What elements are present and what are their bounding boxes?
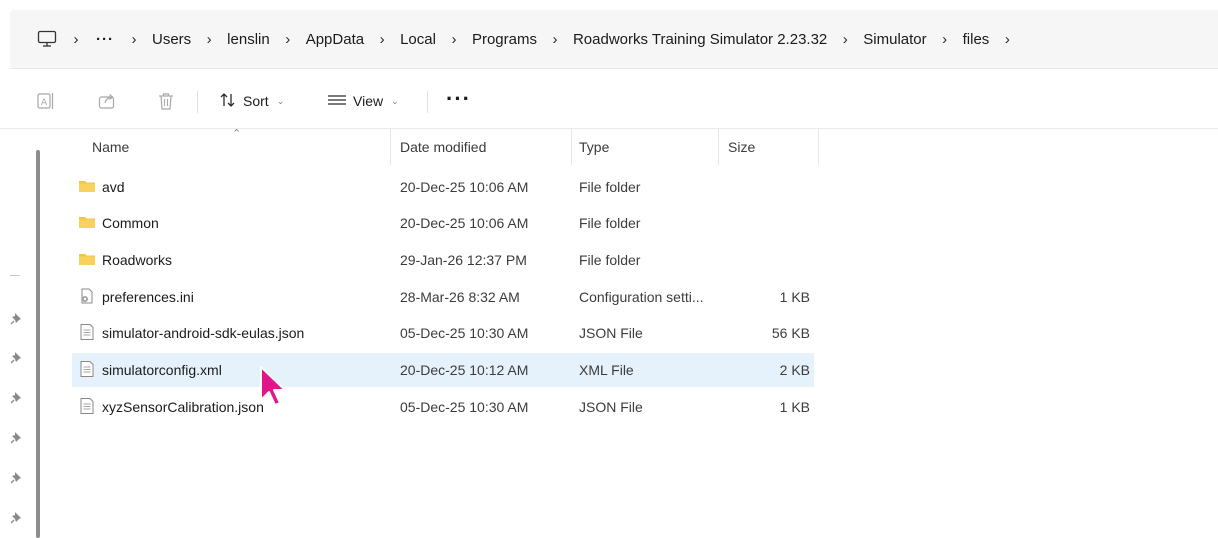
pin-icon[interactable]: [9, 429, 25, 445]
nav-divider: [10, 275, 20, 276]
file-date: 28-Mar-26 8:32 AM: [400, 289, 520, 305]
share-icon[interactable]: [95, 89, 119, 113]
this-pc-icon[interactable]: [36, 28, 58, 50]
breadcrumb-separator[interactable]: ›: [58, 31, 94, 48]
column-header-date-modified[interactable]: Date modified: [400, 139, 486, 155]
more-options-button[interactable]: ···: [446, 87, 471, 111]
sort-label: Sort: [243, 93, 269, 109]
pin-icon[interactable]: [9, 310, 25, 326]
file-explorer-window: › ··· › Users › lenslin › AppData › Loca…: [0, 0, 1218, 538]
breadcrumb-separator[interactable]: ›: [364, 31, 400, 48]
file-type: File folder: [579, 252, 641, 268]
breadcrumb-roadworks-simulator[interactable]: Roadworks Training Simulator 2.23.32: [573, 29, 827, 50]
rename-icon[interactable]: A: [34, 89, 58, 113]
breadcrumb-separator[interactable]: ›: [436, 31, 472, 48]
file-name: Roadworks: [102, 252, 173, 268]
document-icon: [80, 324, 94, 340]
delete-icon[interactable]: [154, 89, 178, 113]
file-row-preferences-ini[interactable]: preferences.ini 28-Mar-26 8:32 AM Config…: [72, 280, 814, 314]
navigation-pane[interactable]: [0, 129, 36, 538]
file-name: xyzSensorCalibration.json: [102, 399, 264, 415]
document-icon: [80, 361, 94, 377]
breadcrumb-separator[interactable]: ›: [927, 31, 963, 48]
file-name: simulatorconfig.xml: [102, 362, 222, 378]
file-date: 20-Dec-25 10:12 AM: [400, 362, 529, 378]
toolbar-divider: [427, 91, 428, 113]
column-headers: ⌃ Name Date modified Type Size: [0, 128, 1218, 165]
navigation-scrollbar[interactable]: [36, 150, 40, 538]
column-separator[interactable]: [390, 129, 391, 165]
breadcrumb-programs[interactable]: Programs: [472, 29, 537, 50]
breadcrumb-lenslin[interactable]: lenslin: [227, 29, 270, 50]
file-type: JSON File: [579, 325, 643, 341]
file-name: preferences.ini: [102, 289, 194, 305]
file-date: 05-Dec-25 10:30 AM: [400, 325, 529, 341]
file-type: File folder: [579, 179, 641, 195]
file-date: 20-Dec-25 10:06 AM: [400, 215, 529, 231]
column-header-size[interactable]: Size: [728, 139, 755, 155]
column-separator[interactable]: [818, 129, 819, 165]
file-name: simulator-android-sdk-eulas.json: [102, 325, 305, 341]
settings-file-icon: [81, 288, 93, 304]
breadcrumb-separator[interactable]: ›: [989, 31, 1025, 48]
file-date: 20-Dec-25 10:06 AM: [400, 179, 529, 195]
file-size: 56 KB: [771, 325, 810, 341]
breadcrumb-appdata[interactable]: AppData: [306, 29, 364, 50]
column-separator[interactable]: [571, 129, 572, 165]
view-label: View: [353, 93, 384, 109]
pin-icon[interactable]: [9, 389, 25, 405]
pin-icon[interactable]: [9, 469, 25, 485]
file-row-roadworks[interactable]: Roadworks 29-Jan-26 12:37 PM File folder: [72, 243, 814, 277]
pin-icon[interactable]: [9, 349, 25, 365]
view-button[interactable]: View ⌄: [327, 89, 399, 113]
sort-ascending-icon: ⌃: [232, 128, 242, 140]
command-bar: A Sort ⌄ View ⌄ ···: [0, 79, 1218, 125]
breadcrumb-simulator[interactable]: Simulator: [863, 29, 926, 50]
column-header-type[interactable]: Type: [579, 139, 609, 155]
file-date: 05-Dec-25 10:30 AM: [400, 399, 529, 415]
address-bar-divider: [10, 68, 1218, 69]
document-icon: [80, 398, 94, 414]
file-row-avd[interactable]: avd 20-Dec-25 10:06 AM File folder: [72, 170, 814, 204]
breadcrumb-users[interactable]: Users: [152, 29, 191, 50]
file-row-simulator-android-sdk-eulas-json[interactable]: simulator-android-sdk-eulas.json 05-Dec-…: [72, 316, 814, 350]
sort-icon: [219, 91, 237, 112]
file-type: XML File: [579, 362, 634, 378]
folder-icon: [79, 254, 95, 265]
file-date: 29-Jan-26 12:37 PM: [400, 252, 527, 268]
breadcrumb-overflow-button[interactable]: ···: [94, 31, 116, 48]
column-header-name[interactable]: Name: [92, 139, 129, 155]
mouse-pointer-icon: [260, 366, 286, 406]
file-size: 1 KB: [779, 399, 810, 415]
view-icon: [327, 92, 347, 111]
file-size: 2 KB: [779, 362, 810, 378]
breadcrumb-local[interactable]: Local: [400, 29, 436, 50]
file-type: File folder: [579, 215, 641, 231]
file-row-simulatorconfig-xml[interactable]: simulatorconfig.xml 20-Dec-25 10:12 AM X…: [72, 353, 814, 387]
sort-button[interactable]: Sort ⌄: [219, 89, 284, 113]
file-row-common[interactable]: Common 20-Dec-25 10:06 AM File folder: [72, 206, 814, 240]
toolbar-divider: [197, 91, 198, 113]
breadcrumb-separator[interactable]: ›: [270, 31, 306, 48]
chevron-down-icon: ⌄: [276, 95, 285, 106]
breadcrumb-separator[interactable]: ›: [537, 31, 573, 48]
folder-icon: [79, 217, 95, 228]
file-name: Common: [102, 215, 159, 231]
file-row-xyzsensorcalibration-json[interactable]: xyzSensorCalibration.json 05-Dec-25 10:3…: [72, 390, 814, 424]
column-separator[interactable]: [718, 129, 719, 165]
file-type: JSON File: [579, 399, 643, 415]
file-size: 1 KB: [779, 289, 810, 305]
breadcrumb-files[interactable]: files: [963, 29, 990, 50]
file-name: avd: [102, 179, 125, 195]
pin-icon[interactable]: [9, 509, 25, 525]
chevron-down-icon: ⌄: [391, 95, 399, 106]
breadcrumb-separator[interactable]: ›: [191, 31, 227, 48]
folder-icon: [79, 181, 95, 192]
breadcrumb-separator[interactable]: ›: [827, 31, 863, 48]
svg-text:A: A: [41, 98, 48, 108]
file-type: Configuration setti...: [579, 289, 704, 305]
address-bar[interactable]: › ··· › Users › lenslin › AppData › Loca…: [10, 10, 1218, 68]
breadcrumb-separator[interactable]: ›: [116, 31, 152, 48]
